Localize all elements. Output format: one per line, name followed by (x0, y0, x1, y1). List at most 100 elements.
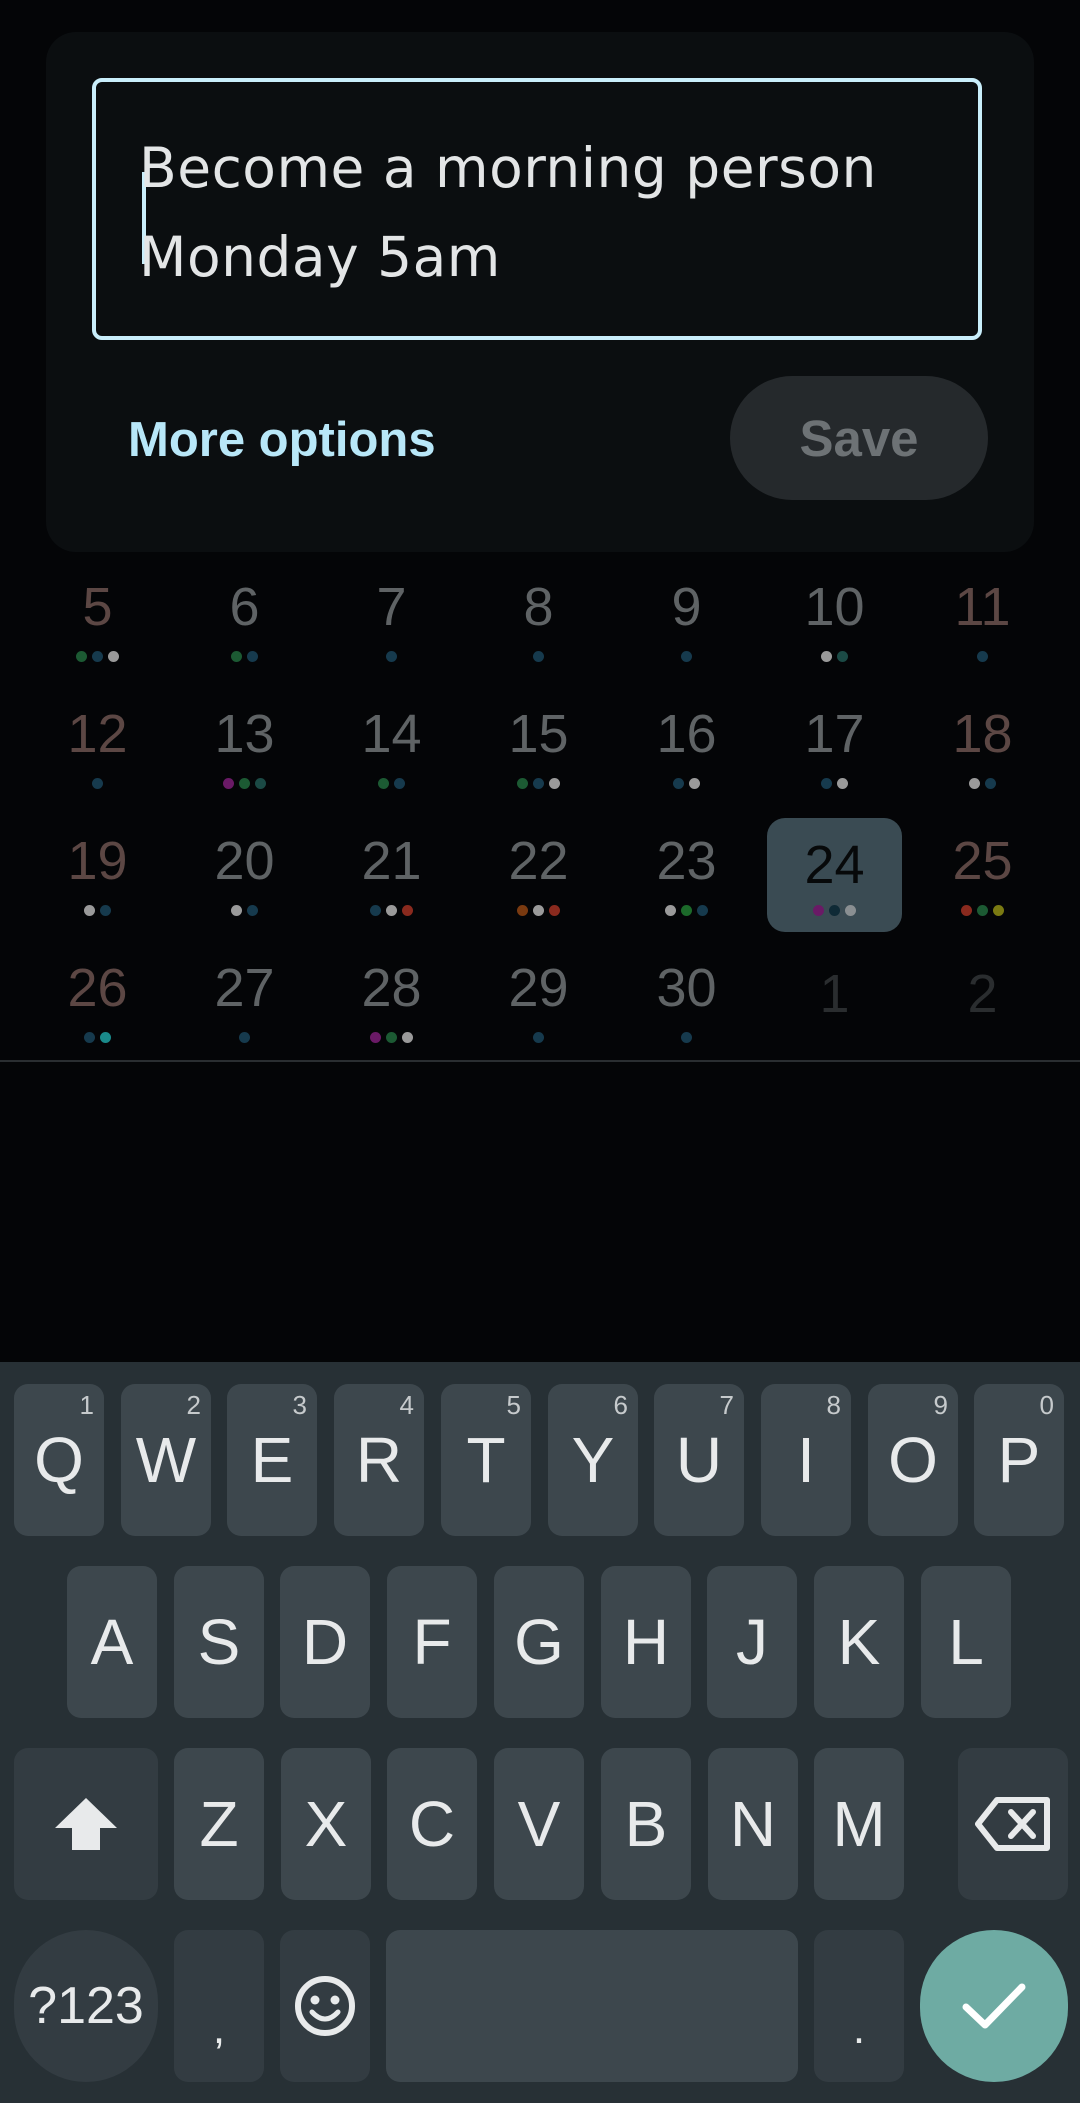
calendar-day[interactable]: 8 (471, 560, 606, 672)
calendar-day[interactable]: 2 (915, 941, 1050, 1053)
key-label: W (135, 1424, 197, 1496)
event-title-input[interactable]: Become a morning person Monday 5am (92, 78, 982, 340)
key-e[interactable]: E3 (227, 1384, 317, 1536)
calendar-day[interactable]: 16 (619, 687, 754, 799)
key-c[interactable]: C (387, 1748, 477, 1900)
calendar-day-today[interactable]: 24 (767, 818, 902, 932)
event-dot (84, 1032, 95, 1043)
calendar-day[interactable]: 27 (177, 941, 312, 1053)
shift-key[interactable] (14, 1748, 158, 1900)
calendar-day[interactable]: 17 (767, 687, 902, 799)
day-number: 8 (523, 577, 554, 637)
event-dot (697, 905, 708, 916)
key-b[interactable]: B (601, 1748, 691, 1900)
key-l[interactable]: L (921, 1566, 1011, 1718)
event-dot (378, 778, 389, 789)
event-dot (108, 651, 119, 662)
calendar-day[interactable]: 13 (177, 687, 312, 799)
key-a[interactable]: A (67, 1566, 157, 1718)
event-dot (813, 905, 824, 916)
key-j[interactable]: J (707, 1566, 797, 1718)
event-dots (915, 905, 1050, 917)
event-dot (76, 651, 87, 662)
key-v[interactable]: V (494, 1748, 584, 1900)
key-hint: 9 (933, 1390, 948, 1420)
backspace-key[interactable] (958, 1748, 1068, 1900)
calendar-day[interactable]: 10 (767, 560, 902, 672)
event-dots (177, 778, 312, 790)
more-options-button[interactable]: More options (128, 412, 436, 468)
key-f[interactable]: F (387, 1566, 477, 1718)
key-q[interactable]: Q1 (14, 1384, 104, 1536)
key-label: P (997, 1424, 1041, 1496)
calendar-day[interactable]: 23 (619, 814, 754, 926)
key-p[interactable]: P0 (974, 1384, 1064, 1536)
event-dot (231, 651, 242, 662)
event-dot (673, 778, 684, 789)
event-dot (665, 905, 676, 916)
key-r[interactable]: R4 (334, 1384, 424, 1536)
key-hint: 7 (719, 1390, 734, 1420)
key-z[interactable]: Z (174, 1748, 264, 1900)
key-d[interactable]: D (280, 1566, 370, 1718)
key-n[interactable]: N (708, 1748, 798, 1900)
key-hint: 6 (613, 1390, 628, 1420)
key-g[interactable]: G (494, 1566, 584, 1718)
calendar-day[interactable]: 12 (30, 687, 165, 799)
calendar-day[interactable]: 7 (324, 560, 459, 672)
key-w[interactable]: W2 (121, 1384, 211, 1536)
calendar-day[interactable]: 6 (177, 560, 312, 672)
key-s[interactable]: S (174, 1566, 264, 1718)
calendar-day[interactable]: 30 (619, 941, 754, 1053)
calendar-day[interactable]: 26 (30, 941, 165, 1053)
event-dot (689, 778, 700, 789)
event-dot (829, 905, 840, 916)
calendar-day[interactable]: 20 (177, 814, 312, 926)
key-o[interactable]: O9 (868, 1384, 958, 1536)
calendar-day[interactable]: 14 (324, 687, 459, 799)
symbols-key[interactable]: ?123 (14, 1930, 158, 2082)
event-dots (177, 905, 312, 917)
event-dot (977, 905, 988, 916)
comma-key[interactable]: , (174, 1930, 264, 2082)
key-y[interactable]: Y6 (548, 1384, 638, 1536)
save-button[interactable]: Save (730, 376, 988, 500)
calendar-day[interactable]: 29 (471, 941, 606, 1053)
event-dot (402, 905, 413, 916)
event-dots (30, 1032, 165, 1044)
enter-key[interactable] (920, 1930, 1068, 2082)
day-number: 19 (67, 831, 128, 891)
key-x[interactable]: X (281, 1748, 371, 1900)
calendar-day[interactable]: 22 (471, 814, 606, 926)
event-dot (255, 778, 266, 789)
event-dot (239, 778, 250, 789)
calendar-day[interactable]: 28 (324, 941, 459, 1053)
period-key[interactable]: . (814, 1930, 904, 2082)
day-number: 21 (361, 831, 422, 891)
calendar-day[interactable]: 18 (915, 687, 1050, 799)
calendar-day[interactable]: 1 (767, 941, 902, 1053)
calendar-day[interactable]: 25 (915, 814, 1050, 926)
key-m[interactable]: M (814, 1748, 904, 1900)
event-dot (100, 905, 111, 916)
key-hint: 3 (292, 1390, 307, 1420)
calendar-day[interactable]: 11 (915, 560, 1050, 672)
key-u[interactable]: U7 (654, 1384, 744, 1536)
event-dot (394, 778, 405, 789)
day-number: 12 (67, 704, 128, 764)
key-k[interactable]: K (814, 1566, 904, 1718)
calendar-day[interactable]: 21 (324, 814, 459, 926)
calendar-day[interactable]: 15 (471, 687, 606, 799)
calendar-day[interactable]: 19 (30, 814, 165, 926)
key-t[interactable]: T5 (441, 1384, 531, 1536)
space-key[interactable] (386, 1930, 798, 2082)
day-number: 17 (804, 704, 865, 764)
emoji-key[interactable] (280, 1930, 370, 2082)
event-dot (517, 905, 528, 916)
key-i[interactable]: I8 (761, 1384, 851, 1536)
event-dots (324, 905, 459, 917)
calendar-day[interactable]: 5 (30, 560, 165, 672)
key-h[interactable]: H (601, 1566, 691, 1718)
event-dots (177, 651, 312, 663)
calendar-day[interactable]: 9 (619, 560, 754, 672)
